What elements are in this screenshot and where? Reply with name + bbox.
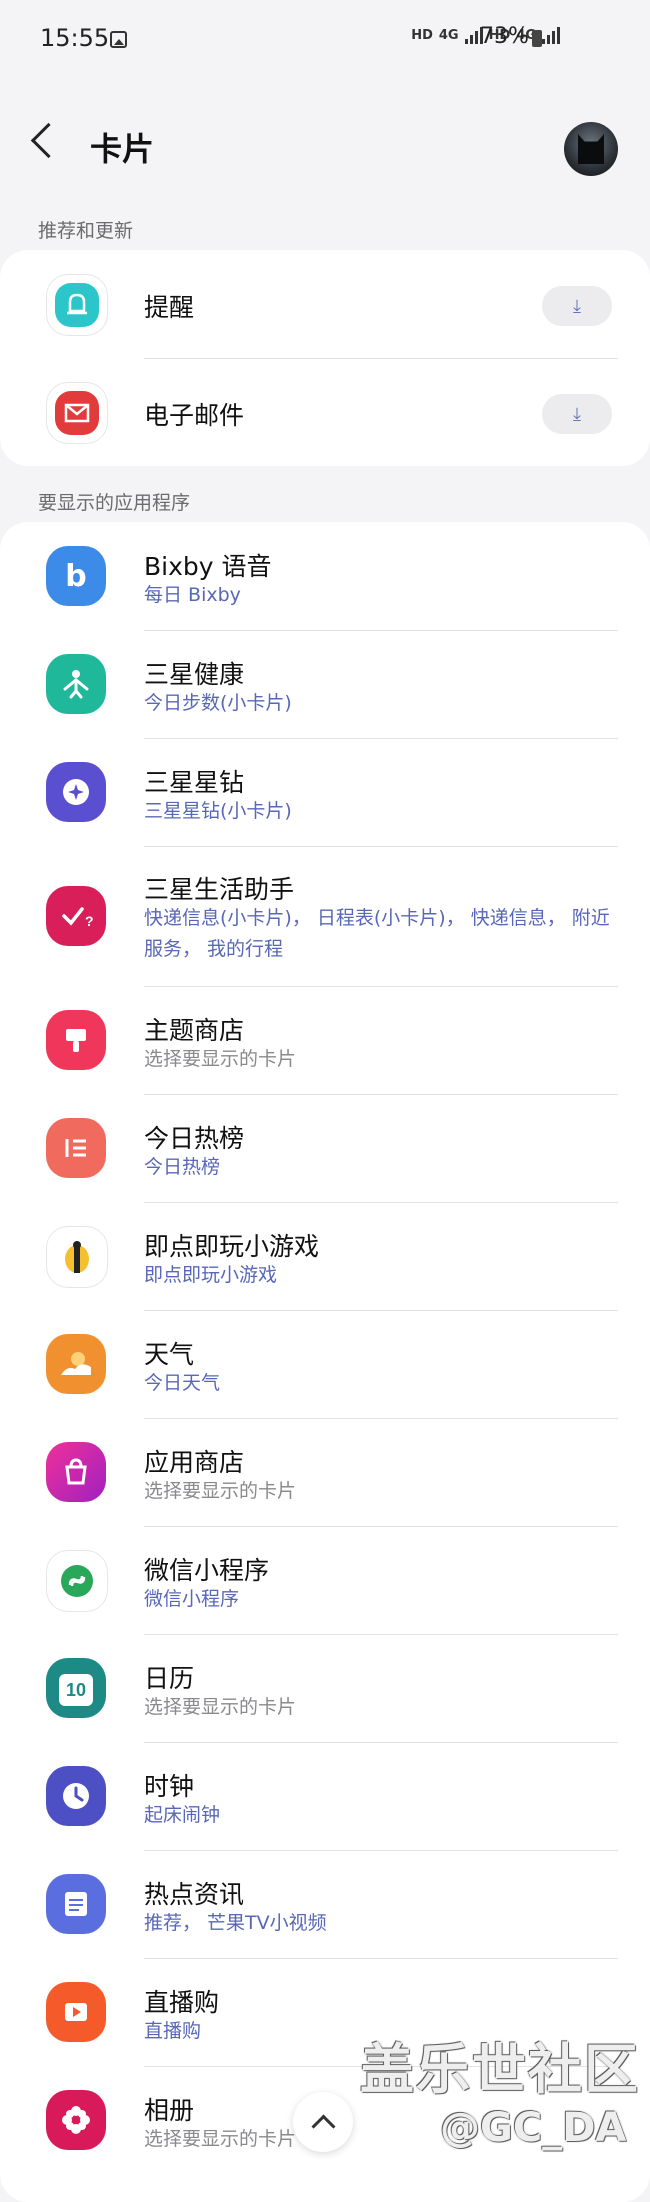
calendar-day-label: 10 bbox=[65, 1679, 87, 1700]
app-subtitle: 微信小程序 bbox=[144, 1588, 240, 1610]
signal-bars-icon-2 bbox=[542, 26, 560, 44]
recommended-item-reminder[interactable]: 提醒 ⤓ bbox=[0, 250, 650, 358]
app-name: 相册 bbox=[144, 2096, 195, 2125]
wechat-miniprogram-icon bbox=[46, 1550, 108, 1612]
app-subtitle: 今日步数(小卡片) bbox=[144, 692, 292, 714]
news-icon bbox=[46, 1874, 106, 1934]
download-button-reminder[interactable]: ⤓ bbox=[542, 286, 612, 326]
app-name: 三星健康 bbox=[144, 660, 245, 689]
mail-icon bbox=[46, 382, 108, 444]
reminder-label: 提醒 bbox=[144, 293, 195, 322]
app-name: 热点资讯 bbox=[144, 1880, 245, 1909]
app-row-samsung-health[interactable]: 三星健康 今日步数(小卡片) bbox=[0, 630, 650, 738]
hd-label-1: HD bbox=[411, 27, 433, 43]
app-subtitle: 起床闹钟 bbox=[144, 1804, 221, 1826]
app-name: Bixby 语音 bbox=[144, 552, 272, 581]
app-name: 时钟 bbox=[144, 1772, 195, 1801]
app-subtitle: 每日 Bixby bbox=[144, 584, 241, 606]
app-name: 即点即玩小游戏 bbox=[144, 1232, 320, 1261]
app-name: 三星星钻 bbox=[144, 768, 245, 797]
weather-icon bbox=[46, 1334, 106, 1394]
app-subtitle: 快递信息(小卡片)， 日程表(小卡片)， 快递信息， 附近服务， 我的行程 bbox=[144, 907, 610, 960]
app-subtitle: 选择要显示的卡片 bbox=[144, 1480, 297, 1502]
app-store-icon bbox=[46, 1442, 106, 1502]
app-row-mini-game[interactable]: 即点即玩小游戏 即点即玩小游戏 bbox=[0, 1202, 650, 1310]
download-icon: ⤓ bbox=[573, 403, 581, 425]
status-time: 15:55 bbox=[40, 24, 110, 52]
app-name: 今日热榜 bbox=[144, 1124, 245, 1153]
app-name: 主题商店 bbox=[144, 1016, 245, 1045]
app-subtitle: 推荐， 芒果TV小视频 bbox=[144, 1912, 327, 1934]
calendar-icon: 10 bbox=[46, 1658, 106, 1718]
page-title: 卡片 bbox=[90, 130, 155, 168]
app-subtitle: 今日热榜 bbox=[144, 1156, 221, 1178]
live-shop-icon bbox=[46, 1982, 106, 2042]
apps-card: b Bixby 语音 每日 Bixby 三星健康 今日步数(小卡片) 三星星钻 … bbox=[0, 522, 650, 2202]
app-row-wechat-miniprogram[interactable]: 微信小程序 微信小程序 bbox=[0, 1526, 650, 1634]
recommended-card: 提醒 ⤓ 电子邮件 ⤓ bbox=[0, 250, 650, 466]
app-subtitle: 选择要显示的卡片 bbox=[144, 1048, 297, 1070]
email-label: 电子邮件 bbox=[144, 401, 245, 430]
back-icon[interactable] bbox=[30, 122, 67, 159]
recommended-item-email[interactable]: 电子邮件 ⤓ bbox=[0, 358, 650, 466]
app-subtitle: 三星星钻(小卡片) bbox=[144, 800, 292, 822]
app-row-life-assistant[interactable]: ? 三星生活助手 快递信息(小卡片)， 日程表(小卡片)， 快递信息， 附近服务… bbox=[0, 846, 650, 986]
avatar[interactable] bbox=[564, 122, 618, 176]
app-name: 日历 bbox=[144, 1664, 195, 1693]
clock-icon bbox=[46, 1766, 106, 1826]
battery-icon bbox=[532, 30, 542, 47]
samsung-rewards-icon bbox=[46, 762, 106, 822]
app-row-hot-list[interactable]: 今日热榜 今日热榜 bbox=[0, 1094, 650, 1202]
watermark-handle: @GC_DA bbox=[440, 2105, 627, 2151]
app-name: 天气 bbox=[144, 1340, 195, 1369]
app-row-samsung-rewards[interactable]: 三星星钻 三星星钻(小卡片) bbox=[0, 738, 650, 846]
app-row-bixby[interactable]: b Bixby 语音 每日 Bixby bbox=[0, 522, 650, 630]
app-row-app-store[interactable]: 应用商店 选择要显示的卡片 bbox=[0, 1418, 650, 1526]
app-row-theme-store[interactable]: 主题商店 选择要显示的卡片 bbox=[0, 986, 650, 1094]
download-button-email[interactable]: ⤓ bbox=[542, 394, 612, 434]
gallery-icon bbox=[46, 2090, 106, 2150]
hot-list-icon bbox=[46, 1118, 106, 1178]
app-name: 三星生活助手 bbox=[144, 875, 295, 904]
app-row-news[interactable]: 热点资讯 推荐， 芒果TV小视频 bbox=[0, 1850, 650, 1958]
status-bar: 15:55 HD 4G HD 4G 73% bbox=[0, 0, 650, 84]
watermark-text: 盖乐世社区 bbox=[360, 2038, 640, 2101]
app-name: 直播购 bbox=[144, 1988, 220, 2017]
scroll-to-top-button[interactable] bbox=[293, 2092, 353, 2152]
app-subtitle: 今日天气 bbox=[144, 1372, 221, 1394]
bixby-icon: b bbox=[46, 546, 106, 606]
life-assistant-icon: ? bbox=[46, 886, 106, 946]
reminder-bell-icon bbox=[46, 274, 108, 336]
section-label-recommended: 推荐和更新 bbox=[38, 220, 134, 242]
app-name: 应用商店 bbox=[144, 1448, 245, 1477]
app-subtitle: 即点即玩小游戏 bbox=[144, 1264, 278, 1286]
mini-game-icon bbox=[46, 1226, 108, 1288]
samsung-health-icon bbox=[46, 654, 106, 714]
app-row-calendar[interactable]: 10 日历 选择要显示的卡片 bbox=[0, 1634, 650, 1742]
4g-label-1: 4G bbox=[438, 27, 459, 43]
download-icon: ⤓ bbox=[573, 295, 581, 317]
battery-percent: 73% bbox=[480, 24, 529, 49]
section-label-apps: 要显示的应用程序 bbox=[38, 492, 191, 514]
theme-store-icon bbox=[46, 1010, 106, 1070]
image-notification-icon bbox=[110, 31, 127, 48]
app-row-clock[interactable]: 时钟 起床闹钟 bbox=[0, 1742, 650, 1850]
app-subtitle: 选择要显示的卡片 bbox=[144, 1696, 297, 1718]
chevron-up-icon bbox=[310, 2113, 336, 2139]
app-name: 微信小程序 bbox=[144, 1556, 270, 1585]
svg-text:?: ? bbox=[85, 913, 94, 929]
app-row-weather[interactable]: 天气 今日天气 bbox=[0, 1310, 650, 1418]
